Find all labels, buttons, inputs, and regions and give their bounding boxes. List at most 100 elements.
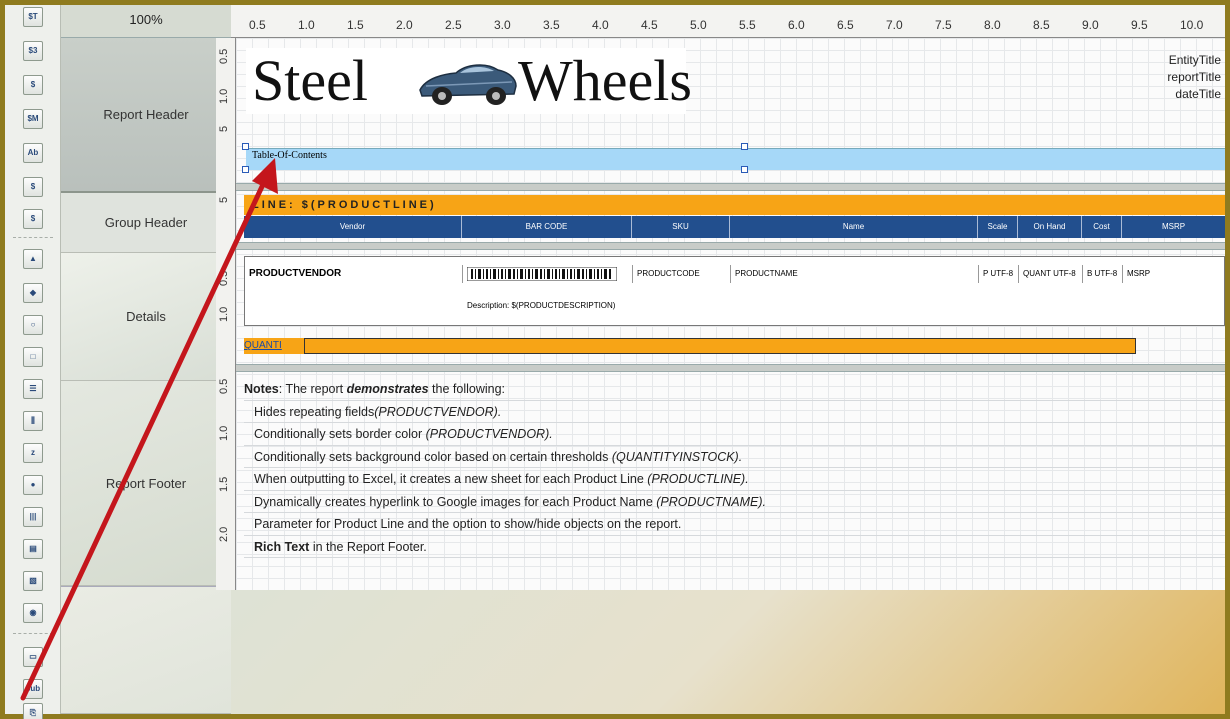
horizontal-ruler: 0.5 1.0 1.5 2.0 2.5 3.0 3.5 4.0 4.5 5.0 5.5 6.0 6.5 7… xyxy=(231,5,1225,38)
notes-intro: Notes: The report demonstrates the follo… xyxy=(244,378,1225,401)
selection-handle[interactable] xyxy=(741,143,748,150)
band-icon[interactable]: ▭ xyxy=(23,647,43,667)
column-header-name[interactable]: Name xyxy=(730,216,978,238)
scale-field[interactable]: P UTF-8 xyxy=(979,265,1019,283)
steel-wheels-logo[interactable]: Steel Wheels xyxy=(246,48,692,114)
ruler-tick-label: 9.5 xyxy=(1131,18,1148,32)
notes-rich-text[interactable]: Notes: The report demonstrates the follo… xyxy=(244,378,1225,586)
name-field[interactable]: PRODUCTNAME xyxy=(731,265,979,283)
vendor-field[interactable]: PRODUCTVENDOR xyxy=(245,265,463,283)
dollar-message-icon[interactable]: $M xyxy=(23,109,43,129)
resource-label-icon[interactable]: $ xyxy=(23,209,43,229)
shapes-icon[interactable]: ◆ xyxy=(23,283,43,303)
resource-field-icon[interactable]: $ xyxy=(23,177,43,197)
image-document-icon[interactable]: ▧ xyxy=(23,571,43,591)
rectangle-icon[interactable]: □ xyxy=(23,347,43,367)
column-header-on-hand[interactable]: On Hand xyxy=(1018,216,1082,238)
selection-handle[interactable] xyxy=(242,143,249,150)
zoom-level[interactable]: 100% xyxy=(61,5,231,38)
ruler-tick-label: 8.5 xyxy=(1033,18,1050,32)
ruler-tick-label: 1.0 xyxy=(298,18,315,32)
report-title-field[interactable]: reportTitle xyxy=(1167,69,1221,86)
column-header-cost[interactable]: Cost xyxy=(1082,216,1122,238)
vertical-ruler-tick-label: 1.0 xyxy=(218,306,230,322)
label-text-icon[interactable]: Ab xyxy=(23,143,43,163)
ruler-tick-label: 3.5 xyxy=(543,18,560,32)
note-item: Parameter for Product Line and the optio… xyxy=(244,513,1225,536)
band-group-header[interactable]: Group Header xyxy=(61,193,231,253)
cost-field[interactable]: B UTF-8 xyxy=(1083,265,1123,283)
vertical-ruler-tick-label: 0.5 xyxy=(218,378,230,394)
subreport-icon[interactable]: sub xyxy=(23,679,43,699)
note-item: Rich Text in the Report Footer. xyxy=(244,536,1225,558)
toolbar-separator xyxy=(13,237,53,238)
barcode-icon[interactable]: ||| xyxy=(23,507,43,527)
ruler-tick-label: 2.5 xyxy=(445,18,462,32)
table-of-contents-element[interactable]: Table-Of-Contents xyxy=(246,148,1225,170)
ruler-tick-label: 8.0 xyxy=(984,18,1001,32)
drawable-field-icon[interactable]: ◉ xyxy=(23,603,43,623)
ruler-tick-label: 4.5 xyxy=(641,18,658,32)
band-report-header[interactable]: Report Header xyxy=(61,38,231,193)
vertical-ruler-tick-label: 0.5 xyxy=(218,270,230,286)
selection-handle[interactable] xyxy=(242,166,249,173)
quantity-bar[interactable] xyxy=(304,338,1136,354)
chart-icon[interactable]: ▲ xyxy=(23,249,43,269)
ruler-tick-label: 9.0 xyxy=(1082,18,1099,32)
dollar-t-icon[interactable]: $T xyxy=(23,7,43,27)
column-header-sku[interactable]: SKU xyxy=(632,216,730,238)
text-document-icon[interactable]: ▤ xyxy=(23,539,43,559)
ruler-tick-label: 5.5 xyxy=(739,18,756,32)
horizontal-band-icon[interactable]: ☰ xyxy=(23,379,43,399)
ruler-tick-label: 6.0 xyxy=(788,18,805,32)
ruler-tick-label: 1.5 xyxy=(347,18,364,32)
quantity-label[interactable]: QUANTI xyxy=(244,338,304,354)
vertical-band-icon[interactable]: ⫼ xyxy=(23,411,43,431)
table-of-contents-icon[interactable]: ⎘ xyxy=(23,703,43,719)
band-separator[interactable] xyxy=(236,183,1225,191)
logo-text-right: Wheels xyxy=(518,48,692,113)
note-item: When outputting to Excel, it creates a n… xyxy=(244,468,1225,491)
msrp-field[interactable]: MSRP xyxy=(1123,265,1223,283)
band-labels: 100% Report Header Group Header Details … xyxy=(61,5,231,714)
band-details[interactable]: Details xyxy=(61,253,231,381)
details-row[interactable]: PRODUCTVENDOR PRODUCTCODE PRODUCTNAME P … xyxy=(244,256,1225,326)
ruler-tick-label: 7.5 xyxy=(935,18,952,32)
line-icon[interactable]: z xyxy=(23,443,43,463)
vertical-ruler-tick-label: 5 xyxy=(218,125,230,132)
car-logo-icon xyxy=(419,64,517,105)
entity-title-field[interactable]: EntityTitle xyxy=(1167,52,1221,69)
dollar-function-icon[interactable]: $ xyxy=(23,75,43,95)
ruler-tick-label: 4.0 xyxy=(592,18,609,32)
note-item: Conditionally sets background color base… xyxy=(244,446,1225,468)
element-palette: $T $3 $ $M Ab $ $ ▲ ◆ ○ □ ☰ ⫼ z ● ||| ▤ ▧ ◉ ▭ sub ⎘ xyxy=(5,5,61,719)
ruler-tick-label: 7.0 xyxy=(886,18,903,32)
column-header-row: Vendor BAR CODE SKU Name Scale On Hand C… xyxy=(244,216,1225,238)
date-title-field[interactable]: dateTitle xyxy=(1167,86,1221,103)
note-item: Conditionally sets border color (PRODUCT… xyxy=(244,423,1225,446)
vertical-ruler-tick-label: 5 xyxy=(218,196,230,203)
ruler-tick-label: 6.5 xyxy=(837,18,854,32)
description-field[interactable]: Description: $(PRODUCTDESCRIPTION) xyxy=(463,297,713,315)
column-header-vendor[interactable]: Vendor xyxy=(244,216,462,238)
column-header-msrp[interactable]: MSRP xyxy=(1122,216,1225,238)
sku-field[interactable]: PRODUCTCODE xyxy=(633,265,731,283)
band-separator[interactable] xyxy=(236,364,1225,372)
on-hand-field[interactable]: QUANT UTF-8 xyxy=(1019,265,1083,283)
barcode-icon xyxy=(466,266,618,282)
toolbar-separator xyxy=(13,633,53,634)
column-header-scale[interactable]: Scale xyxy=(978,216,1018,238)
band-separator[interactable] xyxy=(236,242,1225,250)
group-line-label[interactable]: LINE: $(PRODUCTLINE) xyxy=(244,195,1225,215)
report-canvas[interactable]: Steel Wheels EntityTitle reportTitle dat… xyxy=(236,38,1225,590)
image-field-icon[interactable]: ● xyxy=(23,475,43,495)
selection-handle[interactable] xyxy=(741,166,748,173)
band-report-footer[interactable]: Report Footer xyxy=(61,381,231,586)
dollar-field-icon[interactable]: $3 xyxy=(23,41,43,61)
column-header-barcode[interactable]: BAR CODE xyxy=(462,216,632,238)
barcode-field[interactable] xyxy=(463,265,633,283)
vertical-ruler-tick-label: 0.5 xyxy=(218,48,230,64)
ellipse-icon[interactable]: ○ xyxy=(23,315,43,335)
ruler-tick-label: 0.5 xyxy=(249,18,266,32)
ruler-tick-label: 5.0 xyxy=(690,18,707,32)
